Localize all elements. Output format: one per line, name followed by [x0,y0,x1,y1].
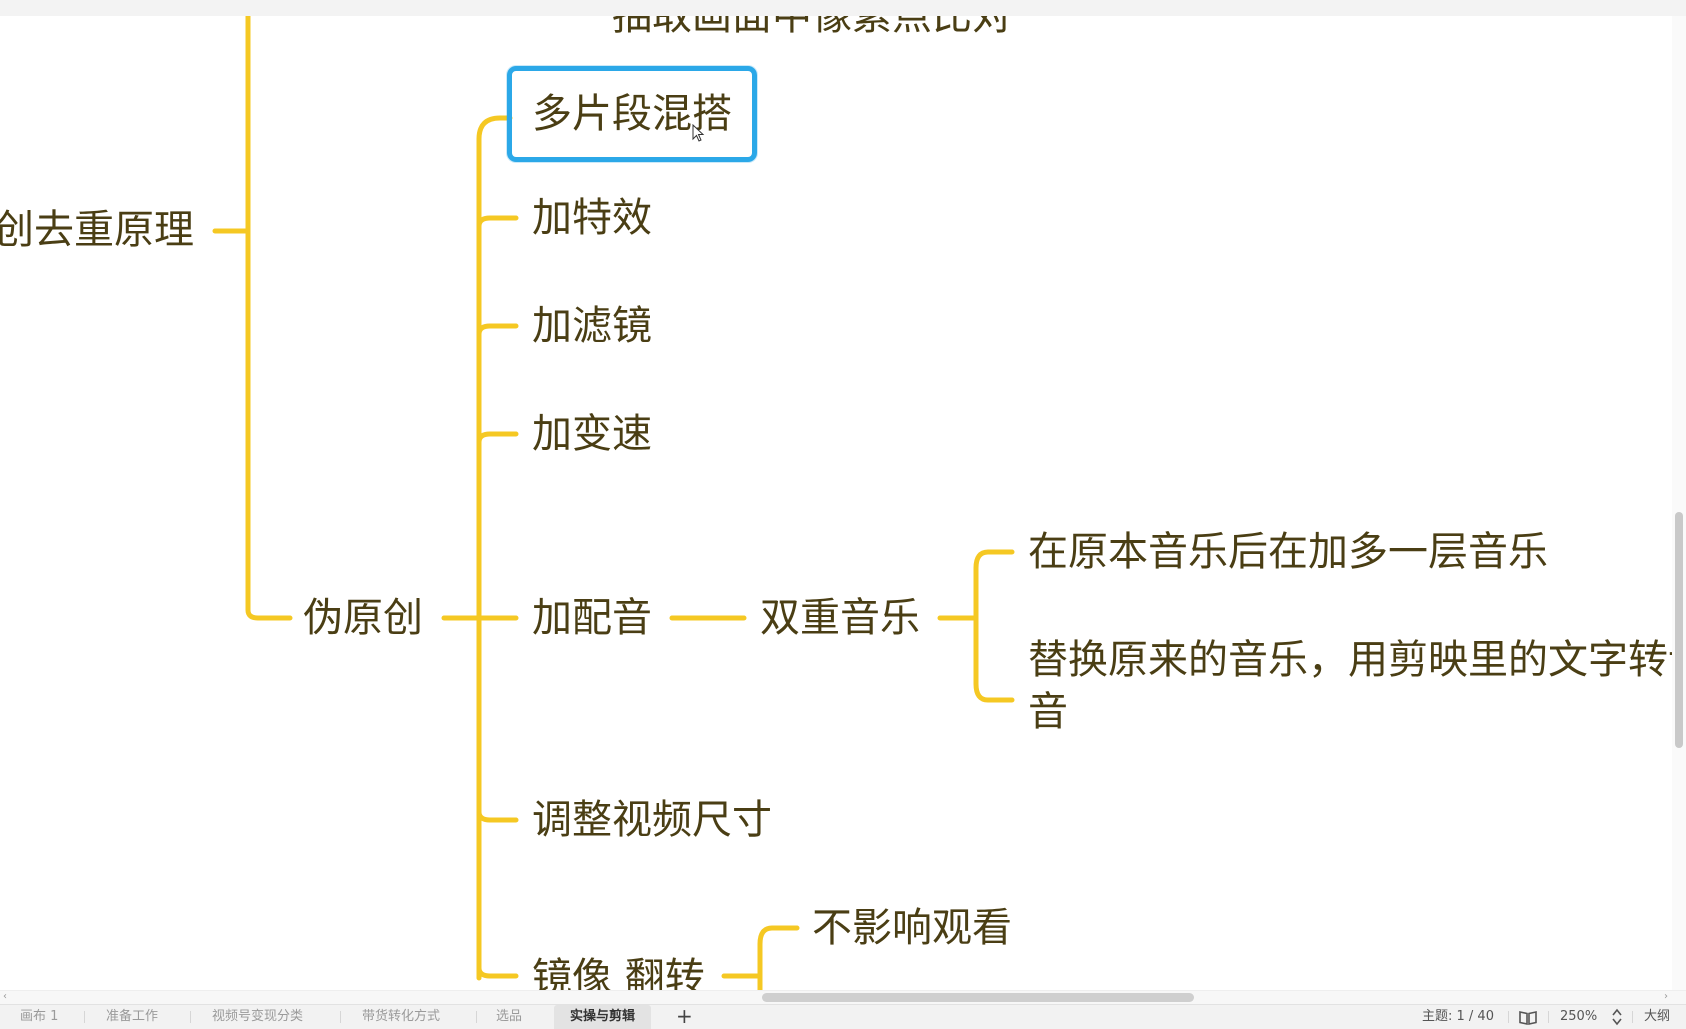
topic-count: 主题: 1 / 40 [1422,1009,1494,1024]
dub-child-node[interactable]: 双重音乐 [760,594,920,642]
music-option-node-2-wrap: 音 [1028,689,1068,735]
connector-children-trunk [476,115,513,981]
child-node-filter[interactable]: 加滤镜 [532,302,652,350]
tab-separator [190,1011,191,1023]
tab-separator [84,1011,85,1023]
music-option-node-1[interactable]: 在原本音乐后在加多一层音乐 [1028,528,1548,576]
scroll-right-arrow-icon[interactable]: › [1664,991,1668,1003]
connector-child-7 [476,965,519,979]
horizontal-scrollbar-thumb[interactable] [762,993,1194,1002]
connector-root-trunk [245,16,293,621]
mindmap-canvas[interactable]: 抽取画面中像素点比对 创去重原理 伪原创 多片段混搭 加特效 加滤镜 加变速 加… [0,16,1672,990]
status-separator [1632,1011,1633,1023]
child-node-effects[interactable]: 加特效 [532,194,652,242]
outline-button[interactable]: 大纲 [1644,1005,1670,1029]
status-separator [1508,1011,1509,1023]
child-node-speed[interactable]: 加变速 [532,410,652,458]
connector-child-4 [476,431,519,445]
cut-off-top-node[interactable]: 抽取画面中像素点比对 [612,16,1012,40]
child-node-resize[interactable]: 调整视频尺寸 [532,796,772,844]
add-sheet-button[interactable]: + [676,1005,693,1029]
connector-music-bracket [973,549,1015,703]
sheet-tab-selection[interactable]: 选品 [496,1005,522,1029]
child-node-dub[interactable]: 加配音 [532,594,652,642]
zoom-level[interactable]: 250% [1560,1005,1597,1029]
vertical-scrollbar[interactable] [1672,16,1686,990]
sheet-tab-monetize[interactable]: 视频号变现分类 [212,1005,303,1029]
mouse-cursor-icon [692,124,705,142]
top-strip [0,0,1686,17]
tab-separator [476,1011,477,1023]
sheet-tab-active[interactable]: 实操与剪辑 [554,1005,652,1029]
connector-lines [212,16,1015,990]
book-icon[interactable] [1518,1005,1538,1029]
connector-child-3 [476,323,519,337]
branch-node-weiyuanchuang[interactable]: 伪原创 [303,594,423,642]
vertical-scrollbar-thumb[interactable] [1675,512,1683,748]
sheet-tab-prep[interactable]: 准备工作 [106,1005,158,1029]
sheet-tab-conversion[interactable]: 带货转化方式 [362,1005,440,1029]
music-option-node-2[interactable]: 替换原来的音乐，用剪映里的文字转语 [1028,636,1672,684]
zoom-stepper-icon[interactable] [1611,1005,1623,1029]
child-node-mirror[interactable]: 镜像 翻转 [532,954,705,990]
connector-child-2 [476,215,519,229]
scroll-left-arrow-icon[interactable]: ‹ [3,991,7,1003]
status-bar: 画布 1 准备工作 视频号变现分类 带货转化方式 选品 实操与剪辑 + 主题: … [0,1004,1686,1029]
child-node-selected[interactable]: 多片段混搭 [507,66,757,162]
sheet-tab-canvas-1[interactable]: 画布 1 [20,1005,58,1029]
connector-child-6 [476,809,519,823]
root-node[interactable]: 创去重原理 [0,206,194,254]
connector-mirror-bracket [757,925,800,990]
status-separator [1548,1011,1549,1023]
mirror-child-node[interactable]: 不影响观看 [812,904,1012,952]
tab-separator [340,1011,341,1023]
